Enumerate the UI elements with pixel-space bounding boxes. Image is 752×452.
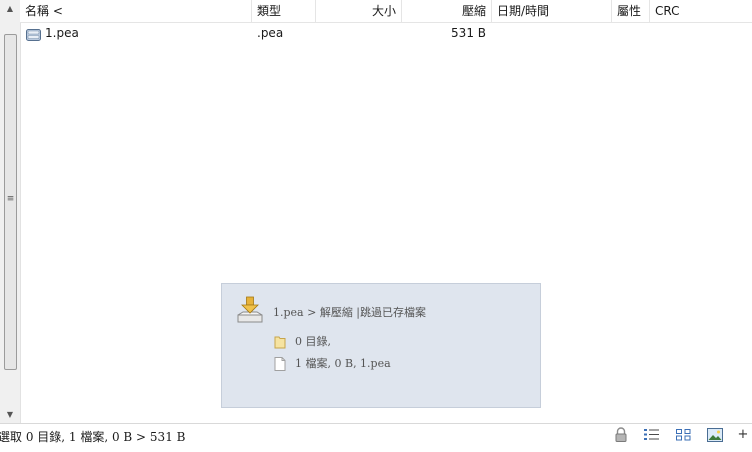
file-name: 1.pea bbox=[45, 26, 79, 40]
column-header: 名稱 < 類型 大小 壓縮 日期/時間 屬性 CRC bbox=[20, 0, 728, 23]
operation-title: 1.pea > 解壓縮 |跳過已存檔案 bbox=[273, 306, 427, 319]
extract-icon bbox=[234, 295, 266, 327]
grip-icon: ≡ bbox=[6, 194, 15, 204]
column-type-header[interactable]: 類型 bbox=[252, 0, 316, 22]
archive-file-icon bbox=[26, 27, 41, 41]
dirs-text: 0 目錄, bbox=[295, 335, 331, 348]
files-summary: 1 檔案, 0 B, 1.pea bbox=[274, 355, 391, 371]
file-name-cell: 1.pea bbox=[26, 23, 79, 43]
column-crc-header[interactable]: CRC bbox=[650, 0, 728, 22]
file-type-cell: .pea bbox=[257, 26, 284, 40]
scroll-down-arrow-icon[interactable]: ▼ bbox=[0, 406, 20, 423]
table-row[interactable]: 1.pea .pea 531 B bbox=[20, 23, 728, 43]
column-attributes-header[interactable]: 屬性 bbox=[612, 0, 650, 22]
plus-icon[interactable]: + bbox=[734, 426, 752, 444]
file-icon bbox=[274, 357, 286, 371]
column-name-header[interactable]: 名稱 < bbox=[20, 0, 252, 22]
tiles-view-icon[interactable] bbox=[675, 426, 693, 444]
thumbnail-view-icon[interactable] bbox=[706, 426, 724, 444]
column-size-header[interactable]: 大小 bbox=[316, 0, 402, 22]
vertical-scrollbar[interactable]: ▲ ≡ ▼ bbox=[0, 0, 21, 423]
column-date-header[interactable]: 日期/時間 bbox=[492, 0, 612, 22]
operation-info-panel: 1.pea > 解壓縮 |跳過已存檔案 0 目錄, 1 檔案, 0 B, 1.p… bbox=[221, 283, 541, 408]
folder-icon bbox=[274, 335, 286, 349]
file-compressed-cell: 531 B bbox=[451, 26, 486, 40]
scroll-up-arrow-icon[interactable]: ▲ bbox=[0, 0, 20, 17]
scrollbar-thumb[interactable]: ≡ bbox=[4, 34, 17, 370]
files-text: 1 檔案, 0 B, 1.pea bbox=[295, 357, 391, 370]
column-compressed-header[interactable]: 壓縮 bbox=[402, 0, 492, 22]
status-bar: 選取 0 目錄, 1 檔案, 0 B > 531 B + bbox=[0, 423, 752, 452]
details-view-icon[interactable] bbox=[643, 426, 661, 444]
dirs-summary: 0 目錄, bbox=[274, 333, 331, 349]
header-filler bbox=[728, 0, 752, 23]
lock-icon[interactable] bbox=[612, 426, 630, 444]
status-text: 選取 0 目錄, 1 檔案, 0 B > 531 B bbox=[0, 430, 186, 444]
